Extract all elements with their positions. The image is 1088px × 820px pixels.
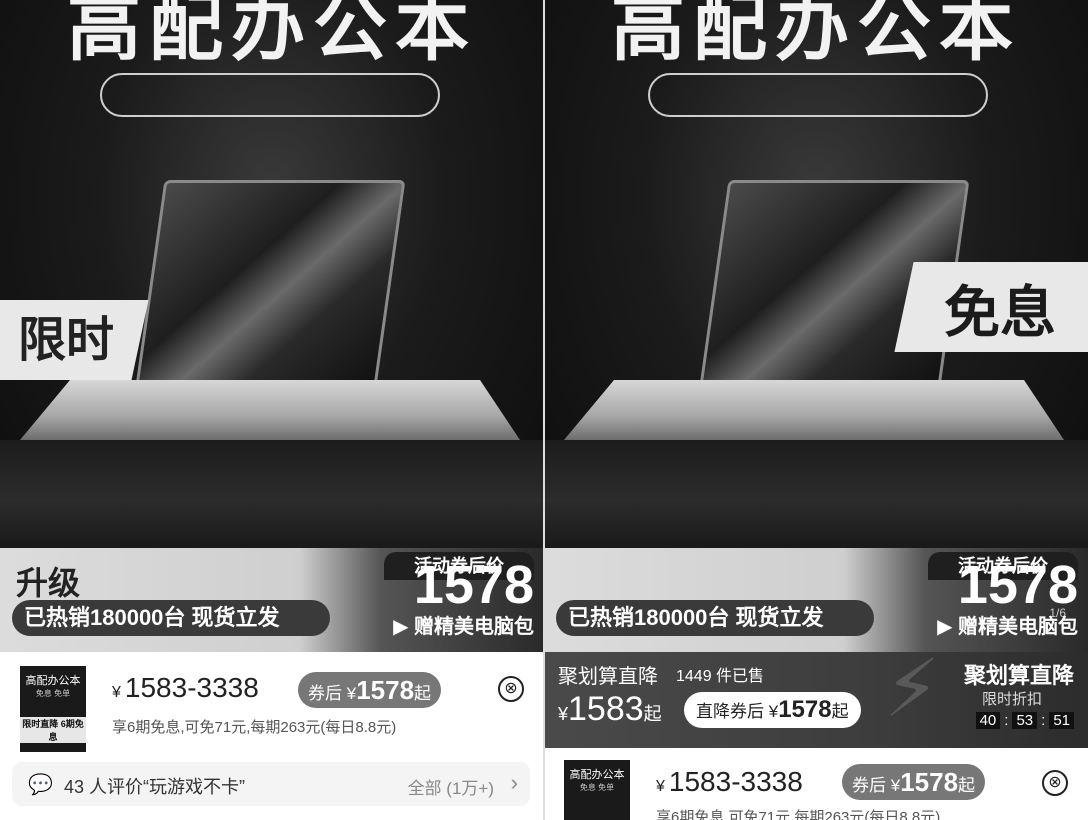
- banner-title: 高配办公本: [67, 0, 477, 71]
- review-summary: 43 人评价“玩游戏不卡”: [64, 777, 246, 797]
- product-thumbnail[interactable]: 高配办公本 免息 免单 限时直降 6期免息: [20, 666, 86, 752]
- close-icon[interactable]: ⊗: [1042, 770, 1068, 796]
- sold-count: 已热销180000台 现货立发: [556, 600, 874, 636]
- countdown-timer: 40:53:51: [975, 712, 1074, 729]
- price-range: ¥1583-3338: [656, 766, 803, 797]
- juhuasuan-sold: 1449 件已售: [676, 668, 765, 685]
- coupon-price-badge: 券后 ¥1578起: [298, 672, 442, 708]
- gift-text: ▶ 赠精美电脑包: [393, 616, 534, 638]
- banner-pill: [100, 73, 440, 117]
- price-band: 活动券后价 1578 已热销180000台 现货立发 1/6 ▶ 赠精美电脑包: [544, 548, 1088, 652]
- price-band: 升级 活动券后价 1578 已热销180000台 现货立发 ▶ 赠精美电脑包: [0, 548, 544, 652]
- price-range: ¥1583-3338: [112, 672, 259, 703]
- product-banner[interactable]: 高配办公本 免息: [544, 0, 1088, 560]
- left-screenshot: 高配办公本 限时 升级 活动券后价 1578 已热销180000台 现货立发 ▶…: [0, 0, 544, 820]
- installment-text: 享6期免息,可免71元,每期263元(每日8.8元): [656, 809, 941, 820]
- banner-pill: [648, 73, 988, 117]
- lightning-icon: ⚡: [884, 644, 941, 733]
- banner-title: 高配办公本: [611, 0, 1021, 71]
- juhuasuan-brand: 聚划算直降: [963, 663, 1074, 688]
- juhuasuan-band: ⚡ 聚划算直降 1449 件已售 ¥1583起 直降券后 ¥1578起 聚划算直…: [544, 644, 1088, 748]
- review-row[interactable]: 💬 43 人评价“玩游戏不卡” 全部 (1万+) ›: [12, 762, 530, 806]
- promo-price: 1578: [413, 555, 534, 615]
- divider: [543, 0, 545, 820]
- product-thumbnail[interactable]: 高配办公本 免息 免单: [564, 760, 630, 820]
- sku-card: 高配办公本 免息 免单 ¥1583-3338 券后 ¥1578起 ⊗ 享6期免息…: [544, 748, 1088, 820]
- close-icon[interactable]: ⊗: [498, 676, 524, 702]
- juhuasuan-coupon-badge: 直降券后 ¥1578起: [684, 692, 861, 728]
- sold-count: 已热销180000台 现货立发: [12, 600, 330, 636]
- product-banner[interactable]: 高配办公本 限时: [0, 0, 544, 560]
- juhuasuan-title: 聚划算直降: [558, 666, 658, 688]
- installment-text: 享6期免息,可免71元,每期263元(每日8.8元): [112, 719, 397, 736]
- right-screenshot: 高配办公本 免息 活动券后价 1578 已热销180000台 现货立发 1/6 …: [544, 0, 1088, 820]
- sku-card: 高配办公本 免息 免单 限时直降 6期免息 ¥1583-3338 券后 ¥157…: [0, 652, 544, 820]
- gift-text: ▶ 赠精美电脑包: [937, 616, 1078, 638]
- chevron-right-icon: ›: [510, 770, 518, 795]
- banner-limited-text: 限时: [18, 314, 115, 367]
- upgrade-text: 升级: [16, 565, 81, 601]
- comment-icon: 💬: [28, 774, 53, 796]
- limited-discount-label: 限时折扣: [981, 691, 1042, 708]
- review-all-link[interactable]: 全部 (1万+): [408, 774, 494, 799]
- juhuasuan-price: ¥1583起: [558, 690, 662, 728]
- banner-interest-free-text: 免息: [944, 281, 1056, 344]
- coupon-price-badge: 券后 ¥1578起: [842, 764, 986, 800]
